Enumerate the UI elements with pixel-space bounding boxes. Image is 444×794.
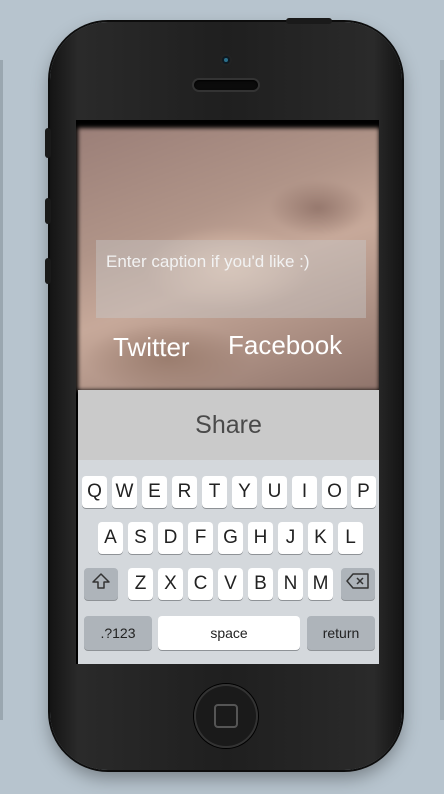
key-u[interactable]: U bbox=[262, 476, 287, 508]
key-q[interactable]: Q bbox=[82, 476, 107, 508]
earpiece-speaker bbox=[194, 80, 258, 90]
key-e[interactable]: E bbox=[142, 476, 167, 508]
key-p[interactable]: P bbox=[351, 476, 376, 508]
key-h[interactable]: H bbox=[248, 522, 273, 554]
key-y[interactable]: Y bbox=[232, 476, 257, 508]
key-v[interactable]: V bbox=[218, 568, 243, 600]
phone-frame: Enter caption if you'd like :) Twitter F… bbox=[45, 18, 402, 770]
twitter-button[interactable]: Twitter bbox=[113, 332, 190, 363]
key-n[interactable]: N bbox=[278, 568, 303, 600]
keyboard: Q W E R T Y U I O P A S D F G H J K L Z … bbox=[78, 460, 379, 664]
key-g[interactable]: G bbox=[218, 522, 243, 554]
keyboard-row-3: Z X C V B N M bbox=[78, 568, 379, 602]
home-square-icon bbox=[214, 704, 238, 728]
key-c[interactable]: C bbox=[188, 568, 213, 600]
shift-icon bbox=[92, 573, 110, 595]
mute-switch bbox=[45, 128, 51, 158]
power-button bbox=[286, 18, 332, 24]
return-key[interactable]: return bbox=[307, 616, 375, 650]
key-a[interactable]: A bbox=[98, 522, 123, 554]
key-f[interactable]: F bbox=[188, 522, 213, 554]
key-r[interactable]: R bbox=[172, 476, 197, 508]
share-button[interactable]: Share bbox=[78, 390, 379, 460]
key-b[interactable]: B bbox=[248, 568, 273, 600]
numbers-key[interactable]: .?123 bbox=[84, 616, 152, 650]
volume-up-button bbox=[45, 198, 51, 224]
background-edge-left bbox=[0, 60, 3, 720]
key-k[interactable]: K bbox=[308, 522, 333, 554]
key-x[interactable]: X bbox=[158, 568, 183, 600]
shift-key[interactable] bbox=[84, 568, 118, 600]
key-m[interactable]: M bbox=[308, 568, 333, 600]
keyboard-row-4: .?123 space return bbox=[78, 616, 379, 650]
key-i[interactable]: I bbox=[292, 476, 317, 508]
delete-key[interactable] bbox=[341, 568, 375, 600]
key-w[interactable]: W bbox=[112, 476, 137, 508]
backspace-icon bbox=[346, 573, 370, 595]
key-o[interactable]: O bbox=[322, 476, 347, 508]
key-z[interactable]: Z bbox=[128, 568, 153, 600]
volume-down-button bbox=[45, 258, 51, 284]
facebook-button[interactable]: Facebook bbox=[228, 330, 342, 361]
home-button[interactable] bbox=[194, 684, 258, 748]
background-edge-right bbox=[440, 60, 444, 720]
front-camera bbox=[222, 56, 230, 64]
keyboard-row-1: Q W E R T Y U I O P bbox=[78, 476, 379, 510]
space-key[interactable]: space bbox=[158, 616, 300, 650]
caption-input[interactable]: Enter caption if you'd like :) bbox=[96, 240, 366, 318]
key-s[interactable]: S bbox=[128, 522, 153, 554]
key-t[interactable]: T bbox=[202, 476, 227, 508]
phone-screen: Enter caption if you'd like :) Twitter F… bbox=[76, 120, 379, 664]
share-button-label: Share bbox=[195, 410, 262, 439]
key-j[interactable]: J bbox=[278, 522, 303, 554]
key-d[interactable]: D bbox=[158, 522, 183, 554]
key-l[interactable]: L bbox=[338, 522, 363, 554]
keyboard-row-2: A S D F G H J K L bbox=[78, 522, 379, 556]
caption-placeholder: Enter caption if you'd like :) bbox=[106, 252, 310, 271]
